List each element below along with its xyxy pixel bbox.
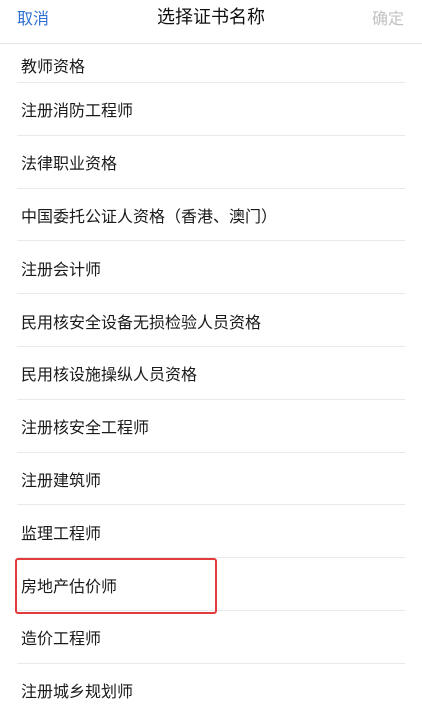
list-item[interactable]: 民用核安全设备无损检验人员资格 xyxy=(0,294,422,347)
list-item[interactable]: 法律职业资格 xyxy=(0,136,422,189)
list-item[interactable]: 教师资格 xyxy=(0,44,422,83)
certificate-picker: 取消 选择证书名称 确定 教师资格 注册消防工程师 法律职业资格 中国委托公证人… xyxy=(0,0,422,725)
picker-header: 取消 选择证书名称 确定 xyxy=(0,0,422,44)
list-item-selected[interactable]: 房地产估价师 xyxy=(0,558,422,611)
list-item[interactable]: 注册核安全工程师 xyxy=(0,400,422,453)
picker-title: 选择证书名称 xyxy=(157,7,265,28)
list-item[interactable]: 注册会计师 xyxy=(0,241,422,294)
list-item[interactable]: 中国委托公证人资格（香港、澳门） xyxy=(0,189,422,242)
list-item[interactable]: 注册消防工程师 xyxy=(0,83,422,136)
list-item[interactable]: 民用核设施操纵人员资格 xyxy=(0,347,422,400)
confirm-button[interactable]: 确定 xyxy=(372,9,404,29)
certificate-list: 教师资格 注册消防工程师 法律职业资格 中国委托公证人资格（香港、澳门） 注册会… xyxy=(0,44,422,725)
list-item[interactable]: 监理工程师 xyxy=(0,505,422,558)
list-item[interactable]: 注册建筑师 xyxy=(0,453,422,506)
list-item[interactable]: 造价工程师 xyxy=(0,611,422,664)
list-item[interactable]: 注册城乡规划师 xyxy=(0,664,422,717)
